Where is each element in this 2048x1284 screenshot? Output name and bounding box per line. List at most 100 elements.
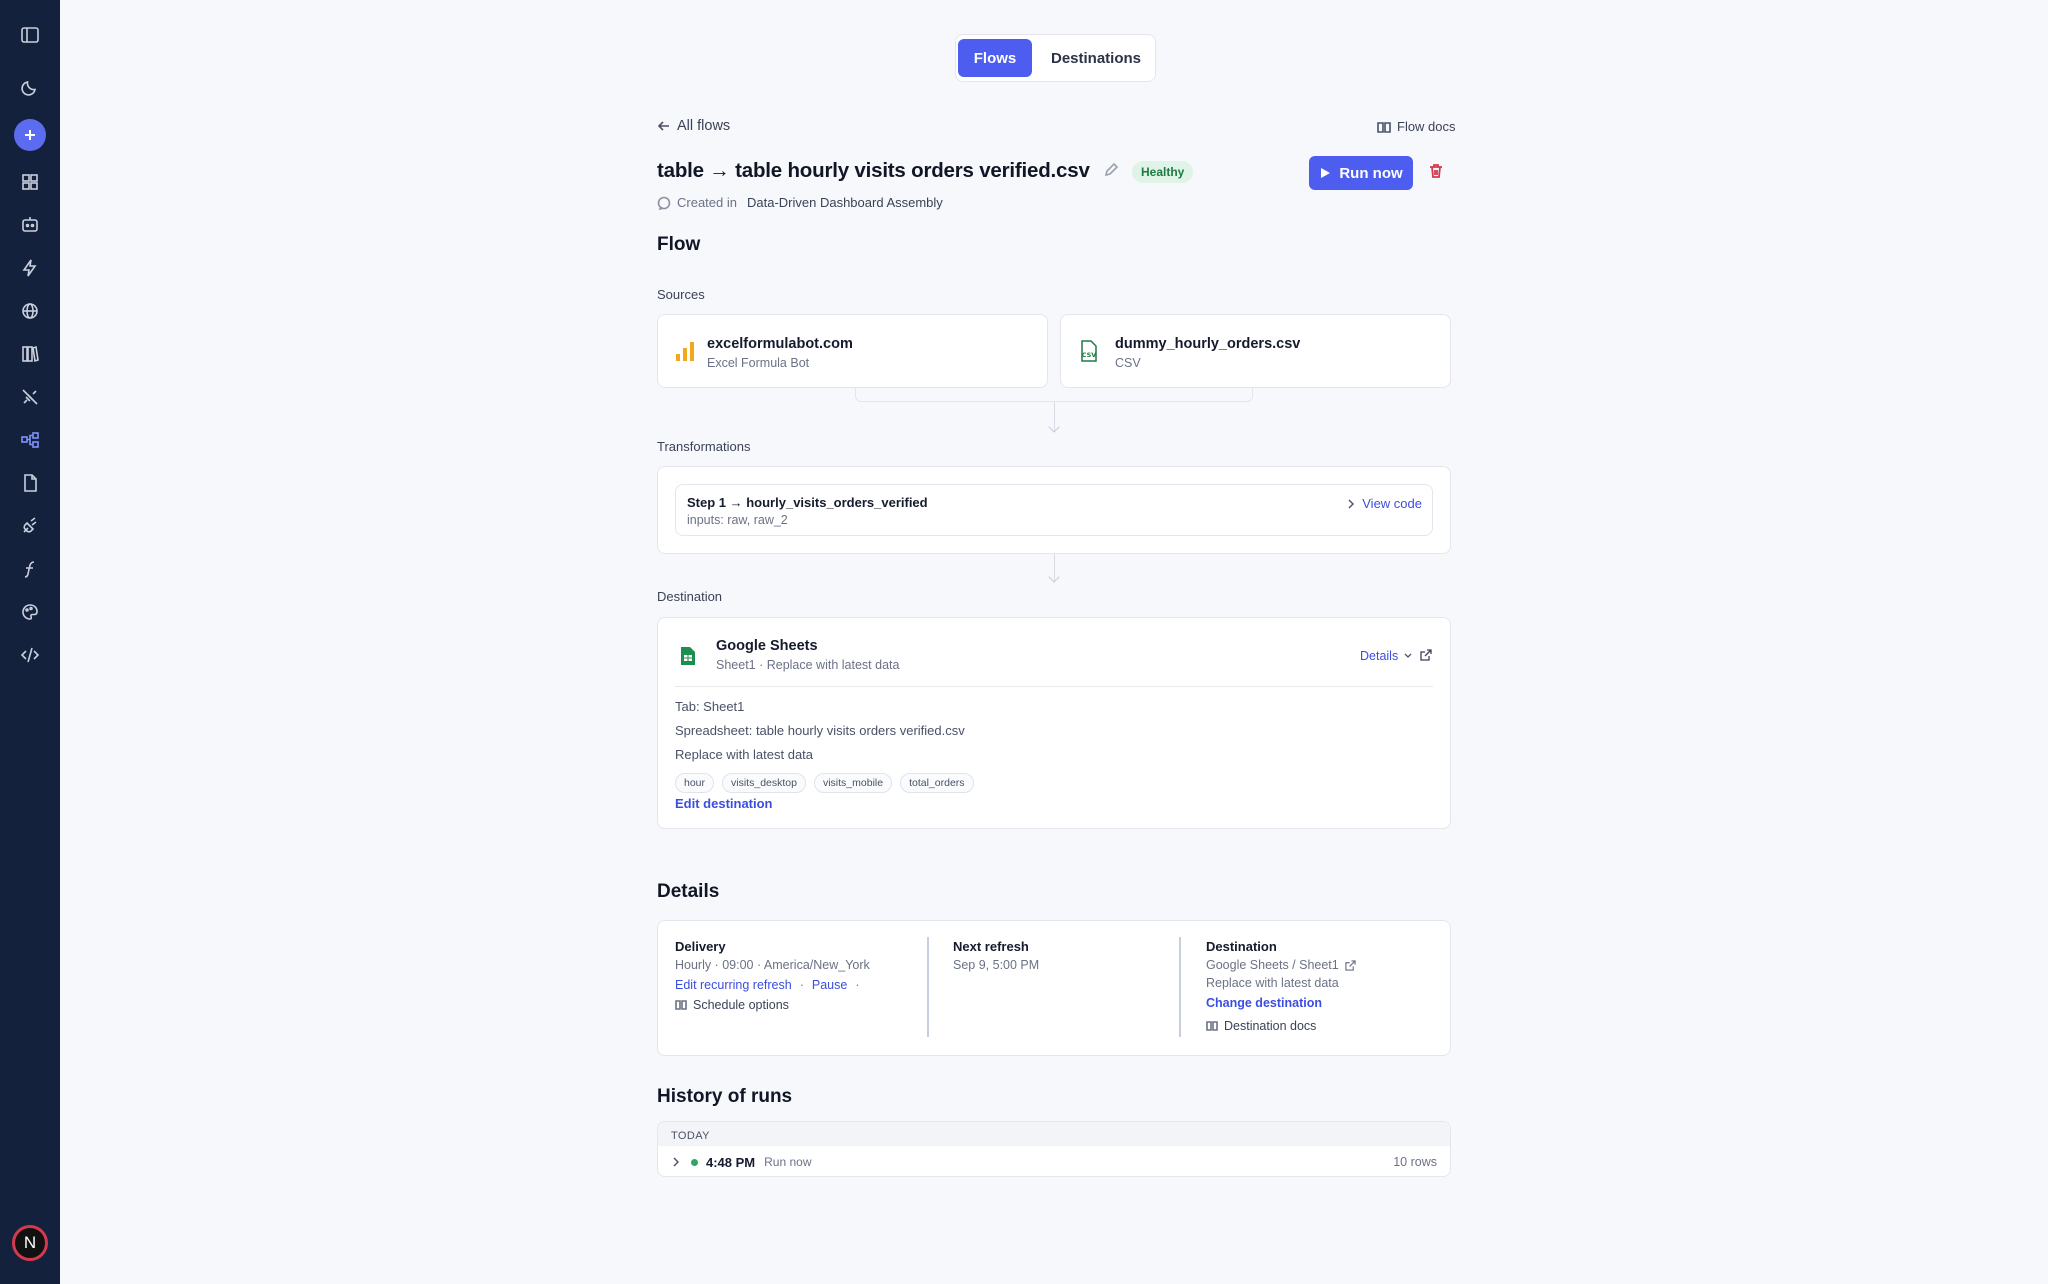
separator: ·: [799, 978, 804, 992]
view-code-button[interactable]: View code: [1346, 496, 1422, 511]
chevron-right-icon[interactable]: [671, 1157, 681, 1167]
destination-title: Destination: [1206, 939, 1277, 954]
pause-link[interactable]: Pause: [812, 978, 847, 992]
history-heading: History of runs: [657, 1086, 793, 1107]
schedule-options-link[interactable]: Schedule options: [675, 998, 870, 1012]
flow-icon[interactable]: [16, 426, 44, 454]
run-now-button[interactable]: Run now: [1309, 156, 1413, 190]
source-name: excelformulabot.com: [707, 336, 853, 352]
chevron-down-icon: [1404, 653, 1412, 658]
book-icon: [675, 1000, 687, 1010]
created-project[interactable]: Data-Driven Dashboard Assembly: [747, 195, 943, 210]
external-link-icon[interactable]: [1420, 649, 1432, 661]
destination-card: Google Sheets Sheet1 · Replace with late…: [657, 617, 1451, 829]
separator: ·: [855, 978, 860, 992]
next-refresh-value: Sep 9, 5:00 PM: [953, 958, 1040, 972]
function-icon[interactable]: [16, 555, 44, 583]
pencil-icon: [1104, 162, 1119, 177]
details-toggle-label: Details: [1360, 649, 1399, 663]
chat-icon: [657, 196, 671, 210]
sidebar: N: [0, 0, 60, 1284]
flow-docs-link[interactable]: Flow docs: [1377, 119, 1456, 134]
svg-text:CSV: CSV: [1082, 351, 1097, 359]
lightning-icon[interactable]: [16, 254, 44, 282]
step-inputs: inputs: raw, raw_2: [687, 513, 788, 527]
globe-icon[interactable]: [16, 297, 44, 325]
change-destination-link[interactable]: Change destination: [1206, 996, 1356, 1010]
avatar[interactable]: N: [12, 1225, 48, 1261]
destination-spreadsheet: Spreadsheet: table hourly visits orders …: [675, 723, 965, 738]
library-icon[interactable]: [16, 340, 44, 368]
destination-details-toggle[interactable]: Details: [1360, 649, 1413, 663]
bot-icon[interactable]: [16, 211, 44, 239]
column-tag: hour: [675, 773, 715, 793]
destination-column: Destination Google Sheets / Sheet1 Repla…: [1206, 939, 1356, 1033]
history-group-label: TODAY: [658, 1122, 1450, 1146]
delete-button[interactable]: [1428, 163, 1444, 184]
book-icon: [1206, 1021, 1218, 1031]
back-link[interactable]: All flows: [657, 118, 730, 134]
step-title: Step 1 → hourly_visits_orders_verified: [687, 495, 928, 510]
history-row[interactable]: 4:48 PM Run now 10 rows: [658, 1146, 1450, 1178]
external-link-icon[interactable]: [1345, 959, 1356, 971]
destination-mode: Replace with latest data: [1206, 976, 1339, 990]
pdf-icon[interactable]: [16, 469, 44, 497]
created-prefix: Created in: [677, 195, 737, 210]
csv-file-icon: CSV: [1081, 340, 1097, 362]
chevron-right-icon: [1348, 499, 1355, 508]
connector-arrow-icon: [1048, 421, 1060, 433]
play-icon: [1321, 168, 1331, 178]
run-time: 4:48 PM: [706, 1154, 756, 1170]
view-toggle: Flows Destinations: [955, 34, 1156, 82]
sidebar-toggle-icon[interactable]: [16, 21, 44, 49]
source-card[interactable]: CSV dummy_hourly_orders.csv CSV: [1060, 314, 1451, 388]
created-in: Created in Data-Driven Dashboard Assembl…: [657, 195, 943, 210]
source-type: Excel Formula Bot: [707, 356, 810, 370]
grid-icon[interactable]: [16, 168, 44, 196]
next-refresh-title: Next refresh: [953, 939, 1029, 954]
source-name: dummy_hourly_orders.csv: [1115, 336, 1301, 352]
history-card: TODAY 4:48 PM Run now 10 rows: [657, 1121, 1451, 1177]
destination-subtitle: Sheet1 · Replace with latest data: [716, 658, 900, 672]
delivery-column: Delivery Hourly · 09:00 · America/New_Yo…: [675, 939, 870, 1012]
source-card[interactable]: excelformulabot.com Excel Formula Bot: [657, 314, 1048, 388]
book-icon: [1377, 121, 1391, 133]
destination-name: Google Sheets: [716, 638, 818, 654]
schedule-options-label: Schedule options: [693, 998, 789, 1012]
trash-icon: [1430, 164, 1442, 178]
palette-icon[interactable]: [16, 598, 44, 626]
column-tag: visits_desktop: [722, 773, 806, 793]
edit-title-button[interactable]: [1103, 162, 1119, 178]
plug-icon[interactable]: [16, 512, 44, 540]
google-sheets-icon: [681, 647, 695, 665]
edit-refresh-link[interactable]: Edit recurring refresh: [675, 978, 792, 992]
details-heading: Details: [657, 881, 720, 902]
tab-flows[interactable]: Flows: [958, 39, 1032, 77]
plus-icon: [25, 130, 35, 140]
tab-destinations[interactable]: Destinations: [1040, 39, 1152, 77]
details-card: Delivery Hourly · 09:00 · America/New_Yo…: [657, 920, 1451, 1056]
destination-tab: Tab: Sheet1: [675, 699, 745, 714]
flow-heading: Flow: [657, 234, 701, 255]
step-card[interactable]: Step 1 → hourly_visits_orders_verified i…: [675, 484, 1433, 536]
transformations-label: Transformations: [657, 439, 751, 454]
destination-docs-link[interactable]: Destination docs: [1206, 1019, 1356, 1033]
column-tag: visits_mobile: [813, 773, 893, 793]
new-button[interactable]: [14, 119, 46, 151]
destination-value: Google Sheets / Sheet1: [1206, 958, 1339, 972]
column-tags: hour visits_desktop visits_mobile total_…: [675, 773, 974, 793]
sources-connector: [855, 388, 1253, 402]
arrow-left-icon: [657, 121, 669, 131]
code-icon[interactable]: [16, 641, 44, 669]
run-now-label: Run now: [1339, 164, 1403, 182]
delivery-title: Delivery: [675, 939, 726, 954]
bar-chart-icon: [676, 342, 694, 361]
column-divider: [1179, 937, 1181, 1037]
page-title: table → table hourly visits orders verif…: [657, 159, 1090, 182]
plug-off-icon[interactable]: [16, 383, 44, 411]
view-code-label: View code: [1362, 496, 1422, 511]
edit-destination-link[interactable]: Edit destination: [675, 796, 773, 811]
destination-mode: Replace with latest data: [675, 747, 814, 762]
moon-icon[interactable]: [16, 73, 44, 101]
source-type: CSV: [1115, 356, 1141, 370]
